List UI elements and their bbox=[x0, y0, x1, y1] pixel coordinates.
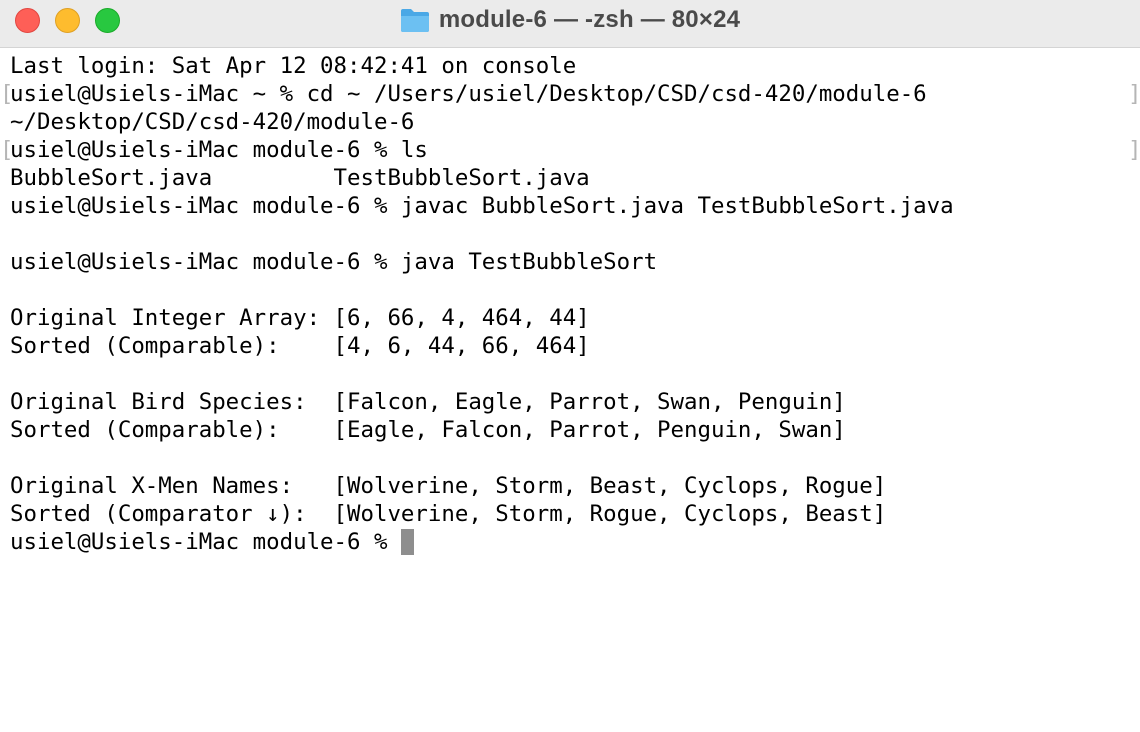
terminal-line: Original Integer Array: [6, 66, 4, 464, … bbox=[10, 305, 590, 331]
prompt-line[interactable]: usiel@Usiels-iMac module-6 % bbox=[0, 528, 1140, 556]
window-title: module-6 — -zsh — 80×24 bbox=[438, 6, 741, 33]
terminal-output[interactable]: Last login: Sat Apr 12 08:42:41 on conso… bbox=[0, 52, 1140, 732]
terminal-line: Original Bird Species: [Falcon, Eagle, P… bbox=[10, 389, 846, 415]
terminal-line: usiel@Usiels-iMac module-6 % java TestBu… bbox=[10, 249, 658, 275]
terminal-line: Sorted (Comparable): [4, 6, 44, 66, 464] bbox=[10, 333, 590, 359]
terminal-line: usiel@Usiels-iMac module-6 % javac Bubbl… bbox=[10, 193, 954, 219]
mark-open: [ bbox=[0, 137, 14, 163]
terminal-line: Original X-Men Names: [Wolverine, Storm,… bbox=[10, 473, 887, 499]
mark-close: ] bbox=[1128, 80, 1140, 108]
folder-icon bbox=[400, 7, 430, 33]
shell-prompt: usiel@Usiels-iMac module-6 % bbox=[10, 529, 401, 555]
terminal-line: Sorted (Comparator ↓): [Wolverine, Storm… bbox=[10, 501, 887, 527]
title-bar[interactable]: module-6 — -zsh — 80×24 bbox=[0, 0, 1140, 48]
terminal-line: [usiel@Usiels-iMac module-6 % ls] bbox=[0, 136, 1140, 164]
terminal-line: ~/Desktop/CSD/csd-420/module-6 bbox=[10, 109, 415, 135]
terminal-line: Sorted (Comparable): [Eagle, Falcon, Par… bbox=[10, 417, 846, 443]
mark-close: ] bbox=[1128, 136, 1140, 164]
terminal-line: [usiel@Usiels-iMac ~ % cd ~ /Users/usiel… bbox=[0, 80, 1140, 108]
terminal-line: BubbleSort.java TestBubbleSort.java bbox=[10, 165, 590, 191]
text-cursor bbox=[400, 529, 414, 555]
title-group: module-6 — -zsh — 80×24 bbox=[0, 0, 1140, 40]
terminal-window: module-6 — -zsh — 80×24 Last login: Sat … bbox=[0, 0, 1140, 732]
terminal-line: Last login: Sat Apr 12 08:42:41 on conso… bbox=[10, 53, 577, 79]
mark-open: [ bbox=[0, 81, 14, 107]
